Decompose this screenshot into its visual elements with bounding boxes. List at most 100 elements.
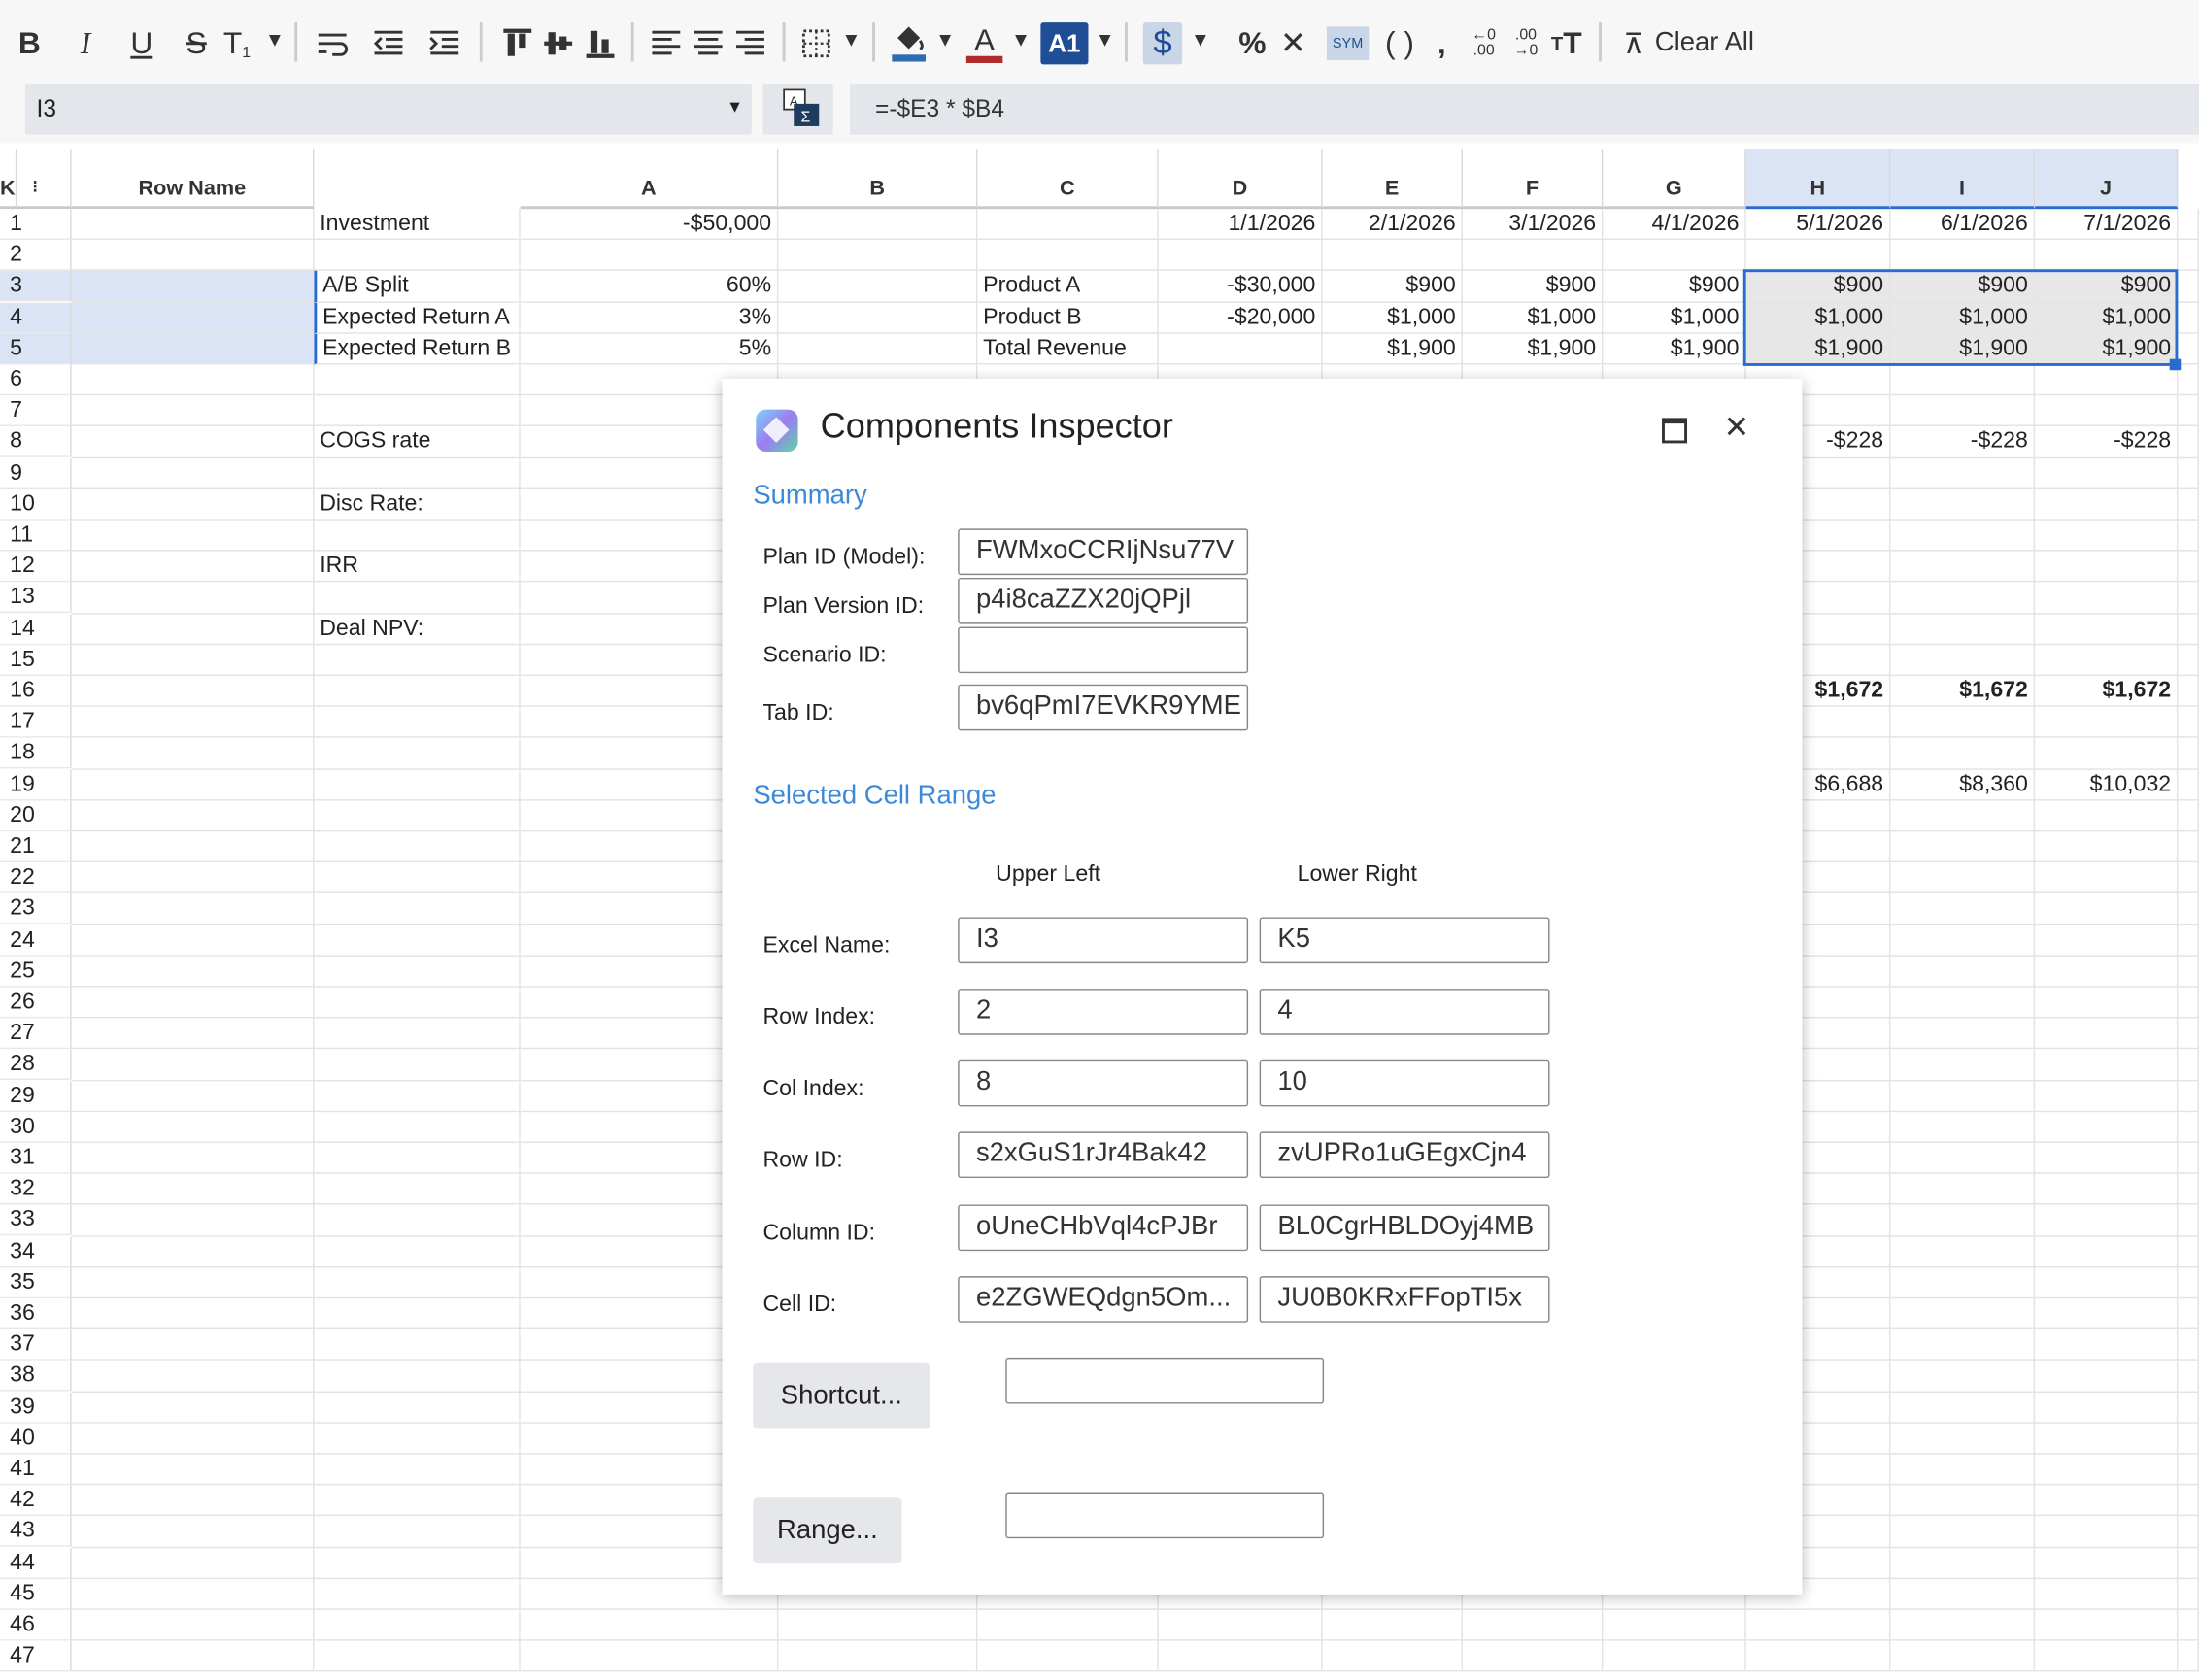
sheet-cell[interactable]	[314, 240, 521, 272]
sheet-cell[interactable]	[2035, 551, 2179, 583]
sheet-cell[interactable]	[2178, 209, 2199, 241]
sheet-cell[interactable]	[2035, 644, 2179, 677]
sheet-cell[interactable]	[2178, 1423, 2199, 1455]
sheet-cell[interactable]	[1890, 1080, 2036, 1112]
sheet-cell[interactable]	[2178, 831, 2199, 863]
formula-input[interactable]: =-$E3 * $B4	[850, 84, 2199, 135]
row-header[interactable]: 10	[0, 488, 72, 521]
sheet-cell[interactable]	[778, 1609, 978, 1641]
sheet-cell[interactable]	[2035, 1609, 2179, 1641]
sheet-cell[interactable]	[314, 1609, 521, 1641]
chevron-down-icon[interactable]: ▼	[265, 28, 285, 50]
sheet-cell[interactable]	[2178, 1205, 2199, 1237]
sheet-cell[interactable]	[778, 209, 978, 241]
column-header-h[interactable]: H	[1745, 149, 1891, 210]
sheet-cell[interactable]	[314, 1516, 521, 1548]
sheet-cell[interactable]	[314, 738, 521, 770]
sheet-cell[interactable]	[1890, 924, 2036, 957]
sheet-cell[interactable]	[2035, 1018, 2179, 1050]
cell-id-upper-left-field[interactable]: e2ZGWEQdgn5Om...	[958, 1276, 1249, 1323]
sheet-cell[interactable]	[1890, 1361, 2036, 1393]
row-id-lower-right-field[interactable]: zvUPRo1uGEgxCjn4	[1259, 1131, 1550, 1179]
row-name-cell[interactable]	[71, 1111, 315, 1143]
sheet-cell[interactable]	[2178, 924, 2199, 957]
sheet-cell[interactable]	[2178, 769, 2199, 801]
align-bottom-icon[interactable]	[584, 19, 618, 67]
sheet-cell[interactable]	[1890, 1423, 2036, 1455]
sheet-cell[interactable]	[2178, 395, 2199, 427]
sheet-cell[interactable]: IRR	[314, 551, 521, 583]
font-color-icon[interactable]: A	[964, 19, 1003, 67]
sheet-cell[interactable]: Deal NPV:	[314, 613, 521, 645]
fill-handle[interactable]	[2169, 358, 2182, 371]
sheet-cell[interactable]	[2178, 1049, 2199, 1081]
sheet-cell[interactable]: Expected Return A	[314, 302, 521, 334]
font-size-icon[interactable]: TT	[1548, 19, 1585, 67]
sheet-cell[interactable]	[1745, 1609, 1891, 1641]
row-name-cell[interactable]	[71, 987, 315, 1019]
sheet-cell[interactable]	[2035, 707, 2179, 739]
sheet-cell[interactable]	[314, 862, 521, 894]
sheet-cell[interactable]	[2178, 1578, 2199, 1610]
sheet-cell[interactable]	[2178, 1173, 2199, 1206]
sheet-cell[interactable]	[2035, 738, 2179, 770]
sheet-cell[interactable]: Total Revenue	[977, 333, 1159, 365]
sheet-cell[interactable]: $1,672	[2035, 676, 2179, 708]
chevron-down-icon[interactable]: ▼	[1011, 28, 1031, 50]
sheet-cell[interactable]: $1,000	[1322, 302, 1463, 334]
sheet-cell[interactable]	[1603, 1640, 1746, 1672]
sheet-cell[interactable]: -$228	[1890, 426, 2036, 458]
row-header[interactable]: 16	[0, 676, 72, 707]
range-button[interactable]: Range...	[753, 1497, 902, 1564]
sheet-cell[interactable]	[2178, 1329, 2199, 1361]
sheet-cell[interactable]	[1745, 240, 1891, 272]
align-center-icon[interactable]	[692, 19, 726, 67]
row-name-cell[interactable]	[71, 1298, 315, 1330]
parentheses-icon[interactable]: ( )	[1383, 19, 1417, 67]
sheet-cell[interactable]	[1890, 1018, 2036, 1050]
sheet-cell[interactable]: Product A	[977, 271, 1159, 303]
sheet-cell[interactable]	[2035, 240, 2179, 272]
sheet-cell[interactable]	[1890, 1329, 2036, 1361]
sheet-cell[interactable]	[2178, 1298, 2199, 1330]
sheet-cell[interactable]	[2178, 738, 2199, 770]
row-name-cell[interactable]	[71, 1547, 315, 1579]
sheet-cell[interactable]	[1890, 613, 2036, 645]
sheet-cell[interactable]	[314, 1392, 521, 1424]
sheet-cell[interactable]	[2178, 1640, 2199, 1672]
row-name-cell[interactable]	[71, 1142, 315, 1174]
sheet-cell[interactable]	[2178, 1454, 2199, 1486]
sheet-cell[interactable]: 3%	[520, 302, 779, 334]
row-name-cell[interactable]	[71, 271, 315, 303]
sheet-cell[interactable]: $900	[1322, 271, 1463, 303]
sheet-cell[interactable]: $1,000	[1462, 302, 1604, 334]
scenario-id-field[interactable]	[958, 626, 1249, 674]
sheet-cell[interactable]	[314, 1018, 521, 1050]
row-header[interactable]: 20	[0, 800, 72, 832]
row-header[interactable]: 19	[0, 769, 72, 800]
clear-format-icon[interactable]: ⊼	[1618, 19, 1649, 67]
sheet-cell[interactable]	[1890, 1609, 2036, 1641]
name-box[interactable]: I3 ▼	[24, 84, 752, 135]
sheet-cell[interactable]	[2178, 520, 2199, 552]
row-name-cell[interactable]	[71, 1423, 315, 1455]
row-name-cell[interactable]	[71, 956, 315, 988]
column-header-a[interactable]: A	[520, 149, 779, 210]
sheet-cell[interactable]	[314, 1329, 521, 1361]
sheet-cell[interactable]: $1,900	[1322, 333, 1463, 365]
sheet-cell[interactable]	[2035, 613, 2179, 645]
sheet-cell[interactable]	[2035, 1454, 2179, 1486]
sheet-cell[interactable]	[2178, 302, 2199, 334]
row-name-cell[interactable]	[71, 209, 315, 241]
sheet-cell[interactable]	[2178, 333, 2199, 365]
sheet-cell[interactable]	[1890, 1547, 2036, 1579]
sheet-cell[interactable]	[314, 1423, 521, 1455]
sheet-cell[interactable]	[1890, 1454, 2036, 1486]
sheet-cell[interactable]	[1890, 1485, 2036, 1517]
row-header[interactable]: 1	[0, 209, 72, 240]
sheet-cell[interactable]	[1890, 488, 2036, 521]
row-name-cell[interactable]	[71, 1049, 315, 1081]
sheet-cell[interactable]: 60%	[520, 271, 779, 303]
row-index-lower-right-field[interactable]: 4	[1259, 989, 1550, 1035]
sheet-cell[interactable]	[314, 800, 521, 832]
